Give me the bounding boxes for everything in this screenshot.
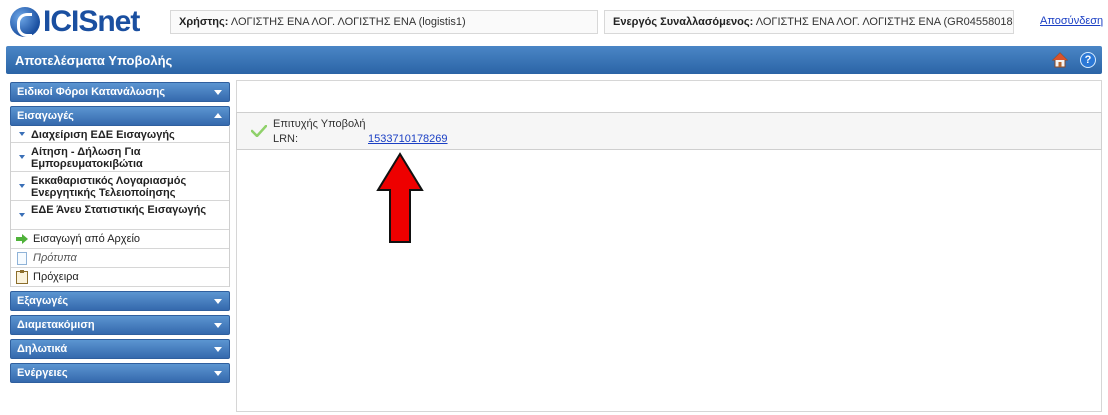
sidebar-section-actions[interactable]: Ενέργειες — [10, 363, 230, 383]
document-icon — [17, 252, 27, 265]
sidebar-section-imports[interactable]: Εισαγωγές — [10, 106, 230, 126]
section-label: Εξαγωγές — [17, 295, 69, 307]
sidebar-section-excise[interactable]: Ειδικοί Φόροι Κατανάλωσης — [10, 82, 230, 102]
logout-link[interactable]: Αποσύνδεση — [1040, 15, 1103, 27]
sidebar-menu: Ειδικοί Φόροι Κατανάλωσης Εισαγωγές Διαχ… — [10, 82, 230, 387]
chevron-up-icon — [214, 113, 222, 118]
triangle-down-icon — [19, 184, 25, 188]
chevron-down-icon — [214, 90, 222, 95]
active-trader-info: Ενεργός Συναλλασόμενος: ΛΟΓΙΣΤΗΣ ΕΝΑ ΛΟΓ… — [604, 10, 1014, 34]
user-label: Χρήστης: — [179, 16, 229, 28]
chevron-down-icon — [214, 371, 222, 376]
item-label: Αίτηση - Δήλωση Για Εμπορευματοκιβώτια — [31, 146, 143, 170]
sidebar-section-manifests[interactable]: Δηλωτικά — [10, 339, 230, 359]
icisnet-logo: ICISnet — [10, 5, 140, 38]
user-info: Χρήστης: ΛΟΓΙΣΤΗΣ ΕΝΑ ΛΟΓ. ΛΟΓΙΣΤΗΣ ΕΝΑ … — [170, 10, 598, 34]
green-arrow-icon — [16, 234, 28, 244]
top-header: ICISnet Χρήστης: ΛΟΓΙΣΤΗΣ ΕΝΑ ΛΟΓ. ΛΟΓΙΣ… — [0, 0, 1108, 44]
item-label: Διαχείριση ΕΔΕ Εισαγωγής — [31, 129, 175, 141]
sidebar-section-transit[interactable]: Διαμετακόμιση — [10, 315, 230, 335]
section-label: Δηλωτικά — [17, 343, 68, 355]
trader-label: Ενεργός Συναλλασόμενος: — [613, 16, 754, 28]
sidebar-item-templates[interactable]: Πρότυπα — [11, 249, 229, 268]
sidebar-item-import-from-file[interactable]: Εισαγωγή από Αρχείο — [11, 230, 229, 249]
logo-text: ICISnet — [43, 5, 140, 38]
section-label: Διαμετακόμιση — [17, 319, 95, 331]
section-label: Ειδικοί Φόροι Κατανάλωσης — [17, 86, 166, 98]
section-label: Ενέργειες — [17, 367, 68, 379]
section-label: Εισαγωγές — [17, 110, 74, 122]
clipboard-icon — [16, 270, 28, 284]
lrn-label: LRN: — [273, 133, 299, 145]
sidebar-section-exports[interactable]: Εξαγωγές — [10, 291, 230, 311]
red-arrow-annotation — [376, 152, 424, 243]
sidebar-item-drafts[interactable]: Πρόχειρα — [11, 268, 229, 287]
logo-globe-icon — [10, 7, 40, 37]
item-label: Πρότυπα — [33, 252, 77, 264]
triangle-down-icon — [19, 132, 25, 136]
item-label: Πρόχειρα — [33, 271, 79, 283]
page-title-bar: Αποτελέσματα Υποβολής ? — [6, 46, 1102, 74]
item-label: Εισαγωγή από Αρχείο — [33, 233, 141, 245]
lrn-link[interactable]: 1533710178269 — [368, 133, 448, 145]
help-icon[interactable]: ? — [1080, 52, 1096, 68]
sidebar-item-import-customs-declaration[interactable]: Διαχείριση ΕΔΕ Εισαγωγής — [11, 126, 229, 143]
chevron-down-icon — [214, 299, 222, 304]
home-icon[interactable] — [1052, 52, 1068, 68]
sidebar-item-inward-processing-account[interactable]: Εκκαθαριστικός Λογαριασμός Ενεργητικής Τ… — [11, 172, 229, 201]
page-title: Αποτελέσματα Υποβολής — [15, 53, 173, 68]
chevron-down-icon — [214, 323, 222, 328]
triangle-down-icon — [19, 213, 25, 217]
sidebar-item-container-application[interactable]: Αίτηση - Δήλωση Για Εμπορευματοκιβώτια — [11, 143, 229, 172]
sidebar-item-non-statistical-import[interactable]: ΕΔΕ Άνευ Στατιστικής Εισαγωγής — [11, 201, 229, 230]
triangle-down-icon — [19, 155, 25, 159]
user-value: ΛΟΓΙΣΤΗΣ ΕΝΑ ΛΟΓ. ΛΟΓΙΣΤΗΣ ΕΝΑ (logistis… — [230, 16, 466, 28]
item-label: Εκκαθαριστικός Λογαριασμός Ενεργητικής Τ… — [31, 175, 187, 199]
checkmark-icon — [251, 125, 267, 137]
submission-status: Επιτυχής Υποβολή — [273, 118, 366, 130]
chevron-down-icon — [214, 347, 222, 352]
trader-value: ΛΟΓΙΣΤΗΣ ΕΝΑ ΛΟΓ. ΛΟΓΙΣΤΗΣ ΕΝΑ (GR045580… — [755, 16, 1014, 28]
imports-submenu: Διαχείριση ΕΔΕ Εισαγωγής Αίτηση - Δήλωση… — [10, 126, 230, 287]
submission-result-box: Επιτυχής Υποβολή LRN: 1533710178269 — [236, 112, 1102, 150]
item-label: ΕΔΕ Άνευ Στατιστικής Εισαγωγής — [31, 204, 207, 216]
